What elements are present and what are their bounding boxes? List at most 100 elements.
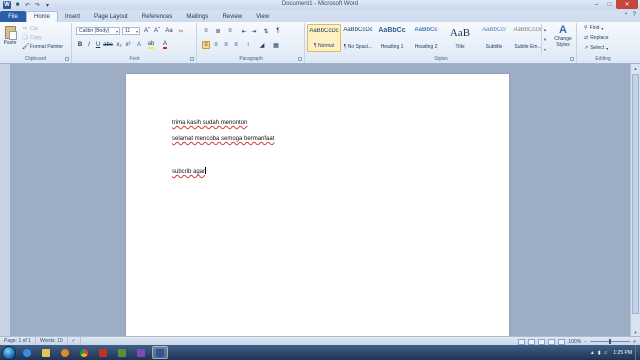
scroll-up-icon[interactable]: ▲ [631,64,640,72]
zoom-in-icon[interactable]: + [633,339,636,345]
paste-button[interactable]: Paste [3,26,17,46]
scrollbar-thumb[interactable] [632,74,639,314]
word-task[interactable] [152,346,168,359]
word-logo-icon[interactable]: W [3,1,11,9]
superscript-icon[interactable]: x² [124,41,132,49]
undo-icon[interactable]: ↶ [24,2,31,9]
vertical-scrollbar[interactable]: ▲ ▼ [630,64,640,336]
document-line-active[interactable]: subcrib agar [172,167,207,175]
help-icon[interactable]: ? [633,12,636,19]
network-icon[interactable]: ▮ [598,350,601,356]
minimize-ribbon-icon[interactable]: ⌃ [624,12,629,19]
change-case-icon[interactable]: Aa [165,27,173,35]
clock[interactable]: 1:25 PM [613,350,632,356]
tray-expand-icon[interactable]: ▲ [590,350,595,356]
sort-icon[interactable]: ⇅ [262,27,270,35]
word-count[interactable]: Words: 10 [36,337,68,345]
font-launcher-icon[interactable] [190,57,194,61]
chrome-task[interactable] [76,346,92,359]
copy-button[interactable]: ❏ Copy [22,35,41,41]
minimize-button[interactable]: – [590,0,603,9]
decrease-indent-icon[interactable]: ⇤ [240,27,248,35]
underline-icon[interactable]: U [94,41,102,49]
full-screen-view-icon[interactable] [528,338,536,345]
font-name-select[interactable]: Calibri (Body) ▾ [76,27,120,35]
tab-insert[interactable]: Insert [58,11,87,22]
outline-view-icon[interactable] [548,338,556,345]
multilevel-list-icon[interactable]: ≡ [226,27,234,35]
start-button[interactable] [2,345,16,360]
clipboard-launcher-icon[interactable] [65,57,69,61]
tab-view[interactable]: View [249,11,276,22]
grow-font-icon[interactable]: Aˆ [143,27,151,35]
internet-explorer-task[interactable] [19,346,35,359]
bold-icon[interactable]: B [76,41,84,49]
paragraph-launcher-icon[interactable] [298,57,302,61]
document-page[interactable]: trima kasih sudah menonton selamat menco… [126,74,509,338]
align-right-icon[interactable]: ≡ [222,41,230,49]
show-desktop-button[interactable] [635,345,640,360]
align-left-icon[interactable]: ≡ [202,41,210,49]
customize-qat-icon[interactable]: ▾ [44,2,51,9]
page-count[interactable]: Page: 1 of 1 [0,337,36,345]
zoom-out-icon[interactable]: − [584,339,587,345]
numbering-icon[interactable]: ≣ [214,27,222,35]
change-styles-button[interactable]: A Change Styles [552,24,574,48]
align-center-icon[interactable]: ≡ [212,41,220,49]
styles-launcher-icon[interactable] [570,57,574,61]
italic-icon[interactable]: I [85,41,93,49]
volume-icon[interactable]: ♫ [604,350,608,356]
media-player-task[interactable] [57,346,73,359]
zoom-level[interactable]: 100% [568,339,581,345]
save-icon[interactable]: ■ [14,2,21,9]
style-title[interactable]: AaB Title [443,24,477,52]
file-explorer-task[interactable] [38,346,54,359]
replace-button[interactable]: ⇄ Replace [584,35,609,41]
style-normal[interactable]: AaBbCcDc ¶ Normal [307,24,341,52]
proofing-icon[interactable]: ✓ [68,337,81,345]
style-heading-1[interactable]: AaBbCc Heading 1 [375,24,409,52]
line-spacing-icon[interactable]: ↕ [244,41,252,49]
bullets-icon[interactable]: ≡ [202,27,210,35]
draft-view-icon[interactable] [558,338,566,345]
tab-mailings[interactable]: Mailings [179,11,215,22]
cut-button[interactable]: ✂ Cut [22,26,37,32]
text-effects-icon[interactable]: A [135,41,143,49]
zoom-slider[interactable] [590,339,631,344]
shrink-font-icon[interactable]: Aˇ [153,27,161,35]
app-task[interactable] [114,346,130,359]
borders-icon[interactable]: ▦ [272,41,280,49]
tab-references[interactable]: References [135,11,180,22]
maximize-button[interactable]: □ [603,0,616,9]
strikethrough-icon[interactable]: abc [103,41,113,49]
document-line[interactable]: selamat mencoba semoga bermanfaat [172,136,274,142]
style-heading-2[interactable]: AaBbCc Heading 2 [409,24,443,52]
font-size-select[interactable]: 11 ▾ [122,27,140,35]
style-no-spacing[interactable]: AaBbCcDc ¶ No Spaci... [341,24,375,52]
increase-indent-icon[interactable]: ⇥ [250,27,258,35]
scroll-up-icon[interactable]: ▲ [542,24,548,34]
font-color-icon[interactable]: A [161,41,169,49]
web-layout-view-icon[interactable] [538,338,546,345]
print-layout-view-icon[interactable] [518,338,526,345]
shading-icon[interactable]: ◢ [258,41,266,49]
justify-icon[interactable]: ≡ [232,41,240,49]
tab-review[interactable]: Review [215,11,249,22]
format-painter-button[interactable]: 🖌 Format Painter [22,44,63,50]
app-task[interactable] [95,346,111,359]
scroll-down-icon[interactable]: ▼ [542,34,548,44]
select-button[interactable]: ↗ Select ▾ [584,45,608,51]
document-line[interactable]: trima kasih sudah menonton [172,120,247,126]
highlight-icon[interactable]: ab [147,41,155,49]
more-styles-icon[interactable]: ▾ [542,44,548,54]
subscript-icon[interactable]: x₂ [115,41,123,49]
app-task[interactable] [133,346,149,359]
tab-file[interactable]: File [0,11,26,22]
scroll-down-icon[interactable]: ▼ [631,328,640,336]
find-button[interactable]: ⚲ Find ▾ [584,25,603,31]
redo-icon[interactable]: ↷ [34,2,41,9]
style-subtle-emphasis[interactable]: AaBbCcDc Subtle Em... [511,24,545,52]
tab-page-layout[interactable]: Page Layout [87,11,135,22]
tab-home[interactable]: Home [26,11,59,22]
clear-formatting-icon[interactable]: ✂ [177,27,185,35]
